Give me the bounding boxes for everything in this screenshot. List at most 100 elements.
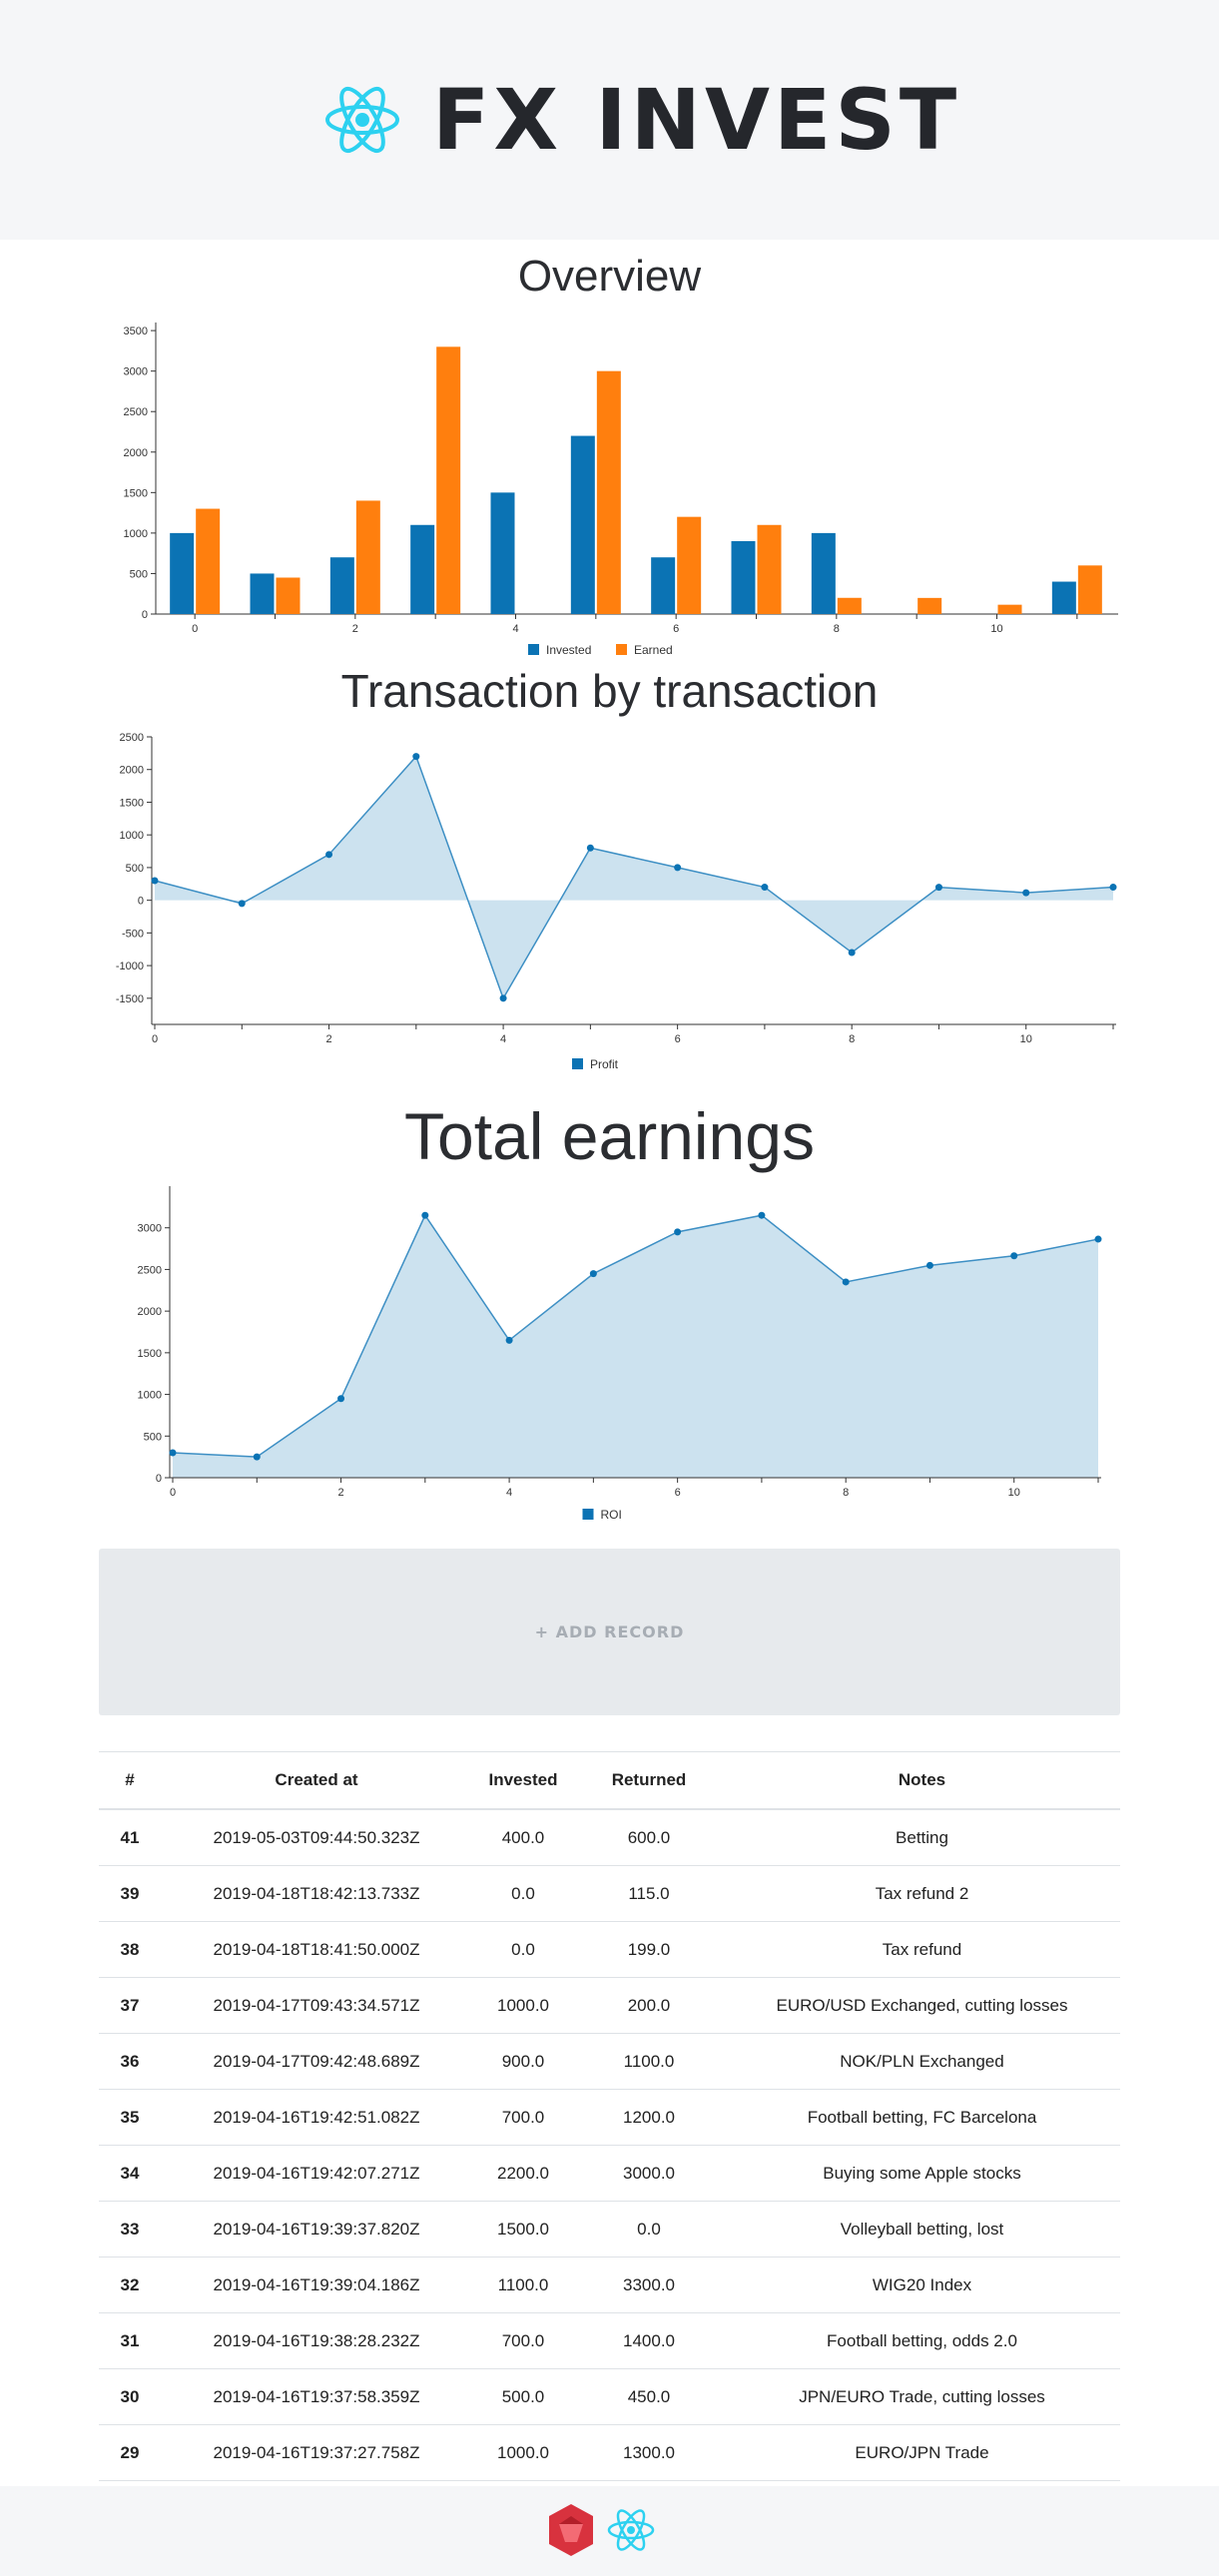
cell-returned: 0.0 <box>574 2201 724 2257</box>
logo-text: FX INVEST <box>432 71 961 169</box>
data-point <box>674 864 682 872</box>
data-point <box>412 753 420 761</box>
y-tick-label: 2000 <box>120 765 144 777</box>
bar-earned <box>837 597 862 614</box>
cell-id: 41 <box>99 1809 161 1866</box>
x-tick-label: 6 <box>675 1033 681 1045</box>
table-row: 37 2019-04-17T09:43:34.571Z 1000.0 200.0 EUR… <box>99 1977 1120 2034</box>
data-point <box>1022 889 1030 897</box>
cell-created-at: 2019-04-16T19:42:07.271Z <box>161 2145 472 2202</box>
data-point <box>848 949 856 957</box>
cell-created-at: 2019-04-16T19:37:58.359Z <box>161 2368 472 2425</box>
y-tick-label: -500 <box>122 928 144 940</box>
cell-created-at: 2019-04-17T09:42:48.689Z <box>161 2033 472 2090</box>
logo[interactable]: FX INVEST <box>324 70 960 170</box>
y-tick-label: 500 <box>144 1431 162 1443</box>
area-fill <box>173 1215 1098 1478</box>
cell-notes: EURO/JPN Trade <box>724 2424 1120 2481</box>
add-record-label: + ADD RECORD <box>534 1622 685 1641</box>
total-earnings-title: Total earnings <box>404 1099 815 1173</box>
table-row: 34 2019-04-16T19:42:07.271Z 2200.0 3000.0 Bu… <box>99 2145 1120 2202</box>
legend-swatch <box>528 644 539 655</box>
cell-returned: 1100.0 <box>574 2033 724 2090</box>
cell-id: 29 <box>99 2424 161 2481</box>
cell-invested: 700.0 <box>472 2089 574 2146</box>
legend-swatch <box>616 644 627 655</box>
y-tick-label: 3500 <box>124 325 148 337</box>
bar-earned <box>276 577 301 614</box>
cell-invested: 400.0 <box>472 1809 574 1866</box>
cell-notes: Volleyball betting, lost <box>724 2201 1120 2257</box>
roi-area-chart: 0 500 1000 1500 2000 2500 3000 0 2 4 6 8 10 ROI <box>138 1186 1102 1522</box>
cell-returned: 1400.0 <box>574 2312 724 2369</box>
table-row: 41 2019-05-03T09:44:50.323Z 400.0 600.0 Bett… <box>99 1809 1120 1866</box>
y-tick-label: 1500 <box>138 1348 162 1360</box>
bar-earned <box>757 524 782 614</box>
bar-invested <box>329 557 354 614</box>
data-point <box>505 1336 513 1344</box>
overview-bar-chart: 0 500 1000 1500 2000 2500 3000 3500 0 2 4 6 8 10 Inves… <box>124 322 1118 657</box>
header-created-at: Created at <box>161 1751 472 1810</box>
y-tick-label: 2500 <box>120 732 144 744</box>
data-point <box>758 1211 766 1219</box>
header-invested: Invested <box>472 1751 574 1810</box>
data-point <box>337 1395 345 1403</box>
y-tick-label: 1500 <box>120 797 144 809</box>
x-tick-label: 0 <box>152 1033 158 1045</box>
y-tick-label: 2000 <box>138 1306 162 1318</box>
y-tick-label: -1000 <box>116 961 144 972</box>
area-fill <box>155 756 1113 998</box>
x-tick-label: 2 <box>325 1033 331 1045</box>
cell-notes: Football betting, odds 2.0 <box>724 2312 1120 2369</box>
table-row: 39 2019-04-18T18:42:13.733Z 0.0 115.0 Tax re… <box>99 1865 1120 1922</box>
legend-swatch <box>572 1058 583 1069</box>
cell-returned: 3000.0 <box>574 2145 724 2202</box>
cell-returned: 3300.0 <box>574 2256 724 2313</box>
cell-returned: 450.0 <box>574 2368 724 2425</box>
header: FX INVEST <box>0 0 1219 240</box>
bar-invested <box>651 557 676 614</box>
data-point <box>499 994 507 1002</box>
legend-label: ROI <box>601 1508 622 1522</box>
bar-invested <box>490 492 515 614</box>
cell-notes: JPN/EURO Trade, cutting losses <box>724 2368 1120 2425</box>
data-point <box>421 1211 429 1219</box>
cell-id: 39 <box>99 1865 161 1922</box>
cell-created-at: 2019-04-18T18:42:13.733Z <box>161 1865 472 1922</box>
records-table: # Created at Invested Returned Notes 41 2… <box>99 1751 1120 2481</box>
footer-react-atom-icon <box>607 2509 655 2551</box>
cell-notes: EURO/USD Exchanged, cutting losses <box>724 1977 1120 2034</box>
y-tick-label: 1000 <box>138 1390 162 1402</box>
cell-returned: 1300.0 <box>574 2424 724 2481</box>
table-row: 36 2019-04-17T09:42:48.689Z 900.0 1100.0 NOK… <box>99 2033 1120 2090</box>
cell-notes: WIG20 Index <box>724 2256 1120 2313</box>
y-tick-label: 3000 <box>124 366 148 378</box>
bar-invested <box>170 532 195 614</box>
bar-invested <box>731 541 756 614</box>
bar-invested <box>410 524 435 614</box>
legend-label: Invested <box>546 643 591 657</box>
add-record-button[interactable]: + ADD RECORD <box>99 1549 1120 1715</box>
bar-invested <box>250 573 275 614</box>
cell-returned: 200.0 <box>574 1977 724 2034</box>
legend-label: Earned <box>634 643 673 657</box>
react-atom-icon <box>325 87 399 153</box>
cell-id: 35 <box>99 2089 161 2146</box>
bar-earned <box>997 604 1022 614</box>
cell-notes: Betting <box>724 1809 1120 1866</box>
x-tick-label: 10 <box>1008 1487 1020 1499</box>
cell-id: 37 <box>99 1977 161 2034</box>
x-tick-label: 4 <box>506 1487 512 1499</box>
y-tick-label: 2500 <box>138 1264 162 1276</box>
cell-id: 34 <box>99 2145 161 2202</box>
bar-earned <box>436 346 461 614</box>
table-header-row: # Created at Invested Returned Notes <box>99 1751 1120 1810</box>
bar-earned <box>596 370 621 614</box>
cell-invested: 0.0 <box>472 1865 574 1922</box>
footer <box>0 2486 1219 2576</box>
cell-id: 33 <box>99 2201 161 2257</box>
cell-id: 30 <box>99 2368 161 2425</box>
table-row: 30 2019-04-16T19:37:58.359Z 500.0 450.0 JPN/… <box>99 2368 1120 2425</box>
cell-notes: Football betting, FC Barcelona <box>724 2089 1120 2146</box>
bar-earned <box>355 500 380 614</box>
